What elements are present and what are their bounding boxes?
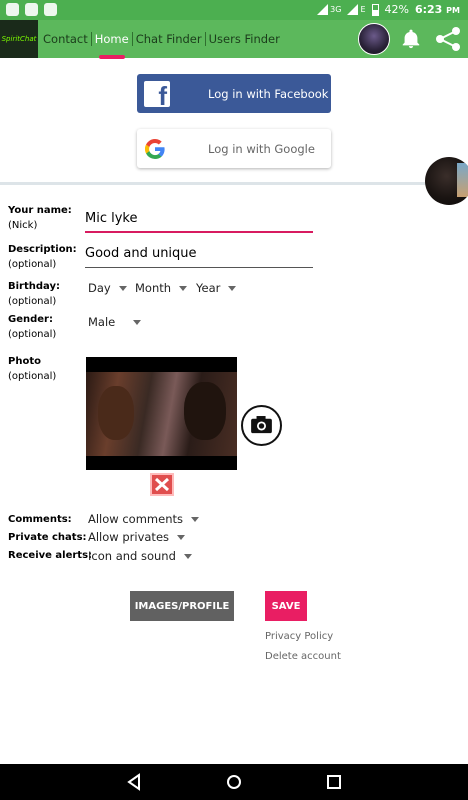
battery-level: 42%: [384, 3, 409, 16]
privacy-policy-link[interactable]: Privacy Policy: [265, 631, 333, 642]
chevron-down-icon: [228, 285, 237, 291]
signal-icon: [317, 4, 329, 15]
name-field[interactable]: Mic lyke: [85, 211, 313, 233]
chevron-down-icon: [179, 285, 188, 291]
photo-image: [86, 372, 237, 456]
description-label: Description: (optional): [8, 244, 77, 270]
chevron-down-icon: [177, 534, 186, 540]
delete-account-link[interactable]: Delete account: [265, 651, 341, 662]
bell-icon[interactable]: [400, 28, 422, 50]
birthday-month-select[interactable]: Month: [135, 281, 188, 295]
recents-icon[interactable]: [326, 773, 342, 791]
app-screen: 3G E 42% 6:23 PM SpiritChat Contact Home…: [0, 0, 468, 800]
comments-label: Comments:: [8, 514, 72, 525]
name-value: Mic lyke: [85, 211, 138, 226]
floating-chat-avatar[interactable]: [425, 157, 468, 205]
network-type: 3G: [330, 5, 342, 14]
share-icon[interactable]: [434, 26, 462, 52]
clock: 6:23 PM: [414, 3, 460, 16]
birthday-label: Birthday: (optional): [8, 281, 60, 307]
private-chats-select[interactable]: Allow privates: [88, 530, 186, 544]
tab-home[interactable]: Home: [90, 32, 132, 59]
description-value: Good and unique: [85, 246, 197, 261]
alerts-select[interactable]: Icon and sound: [88, 549, 192, 563]
app-bar: SpiritChat Contact Home Chat Finder User…: [0, 20, 468, 59]
save-button[interactable]: SAVE: [265, 591, 307, 621]
nav-tabs: Contact Home Chat Finder Users Finder: [40, 20, 283, 59]
chevron-down-icon: [190, 516, 199, 522]
alerts-label: Receive alerts:: [8, 550, 93, 561]
birthday-year-select[interactable]: Year: [196, 281, 237, 295]
gender-select[interactable]: Male: [88, 315, 142, 329]
battery-icon: [371, 3, 379, 16]
chevron-down-icon: [183, 553, 192, 559]
user-avatar[interactable]: [358, 23, 390, 55]
photo-label: Photo (optional): [8, 356, 57, 382]
status-bar: 3G E 42% 6:23 PM: [0, 0, 468, 20]
google-login-label: Log in with Google: [208, 141, 315, 156]
chevron-down-icon: [133, 319, 142, 325]
tab-chat-finder[interactable]: Chat Finder: [131, 32, 205, 46]
whatsapp-icon: [6, 3, 19, 16]
section-divider: [0, 182, 468, 185]
private-chats-label: Private chats:: [8, 532, 87, 543]
images-profile-button[interactable]: IMAGES/PROFILE: [130, 591, 234, 621]
gallery-icon: [25, 3, 38, 16]
google-login-button[interactable]: Log in with Google: [137, 129, 331, 168]
tab-contact[interactable]: Contact: [40, 20, 91, 58]
back-icon[interactable]: [126, 773, 142, 791]
facebook-login-button[interactable]: f Log in with Facebook: [137, 74, 331, 113]
home-icon[interactable]: [226, 773, 242, 791]
birthday-day-select[interactable]: Day: [88, 281, 127, 295]
camera-icon[interactable]: [241, 405, 282, 446]
facebook-login-label: Log in with Facebook: [208, 86, 329, 101]
comments-select[interactable]: Allow comments: [88, 512, 199, 526]
profile-photo[interactable]: [86, 357, 237, 470]
facebook-icon: f: [144, 80, 170, 109]
gender-label: Gender: (optional): [8, 314, 57, 340]
name-label: Your name: (Nick): [8, 205, 72, 231]
network-type-2: E: [360, 5, 366, 14]
signal-icon-2: [347, 4, 359, 15]
message-icon: [44, 3, 57, 16]
system-nav-bar: [0, 764, 468, 800]
delete-photo-icon[interactable]: [150, 473, 174, 496]
description-field[interactable]: Good and unique: [85, 246, 313, 268]
google-icon: [145, 138, 165, 159]
app-logo[interactable]: SpiritChat: [0, 20, 38, 58]
tab-users-finder[interactable]: Users Finder: [204, 32, 283, 46]
chevron-down-icon: [118, 285, 127, 291]
